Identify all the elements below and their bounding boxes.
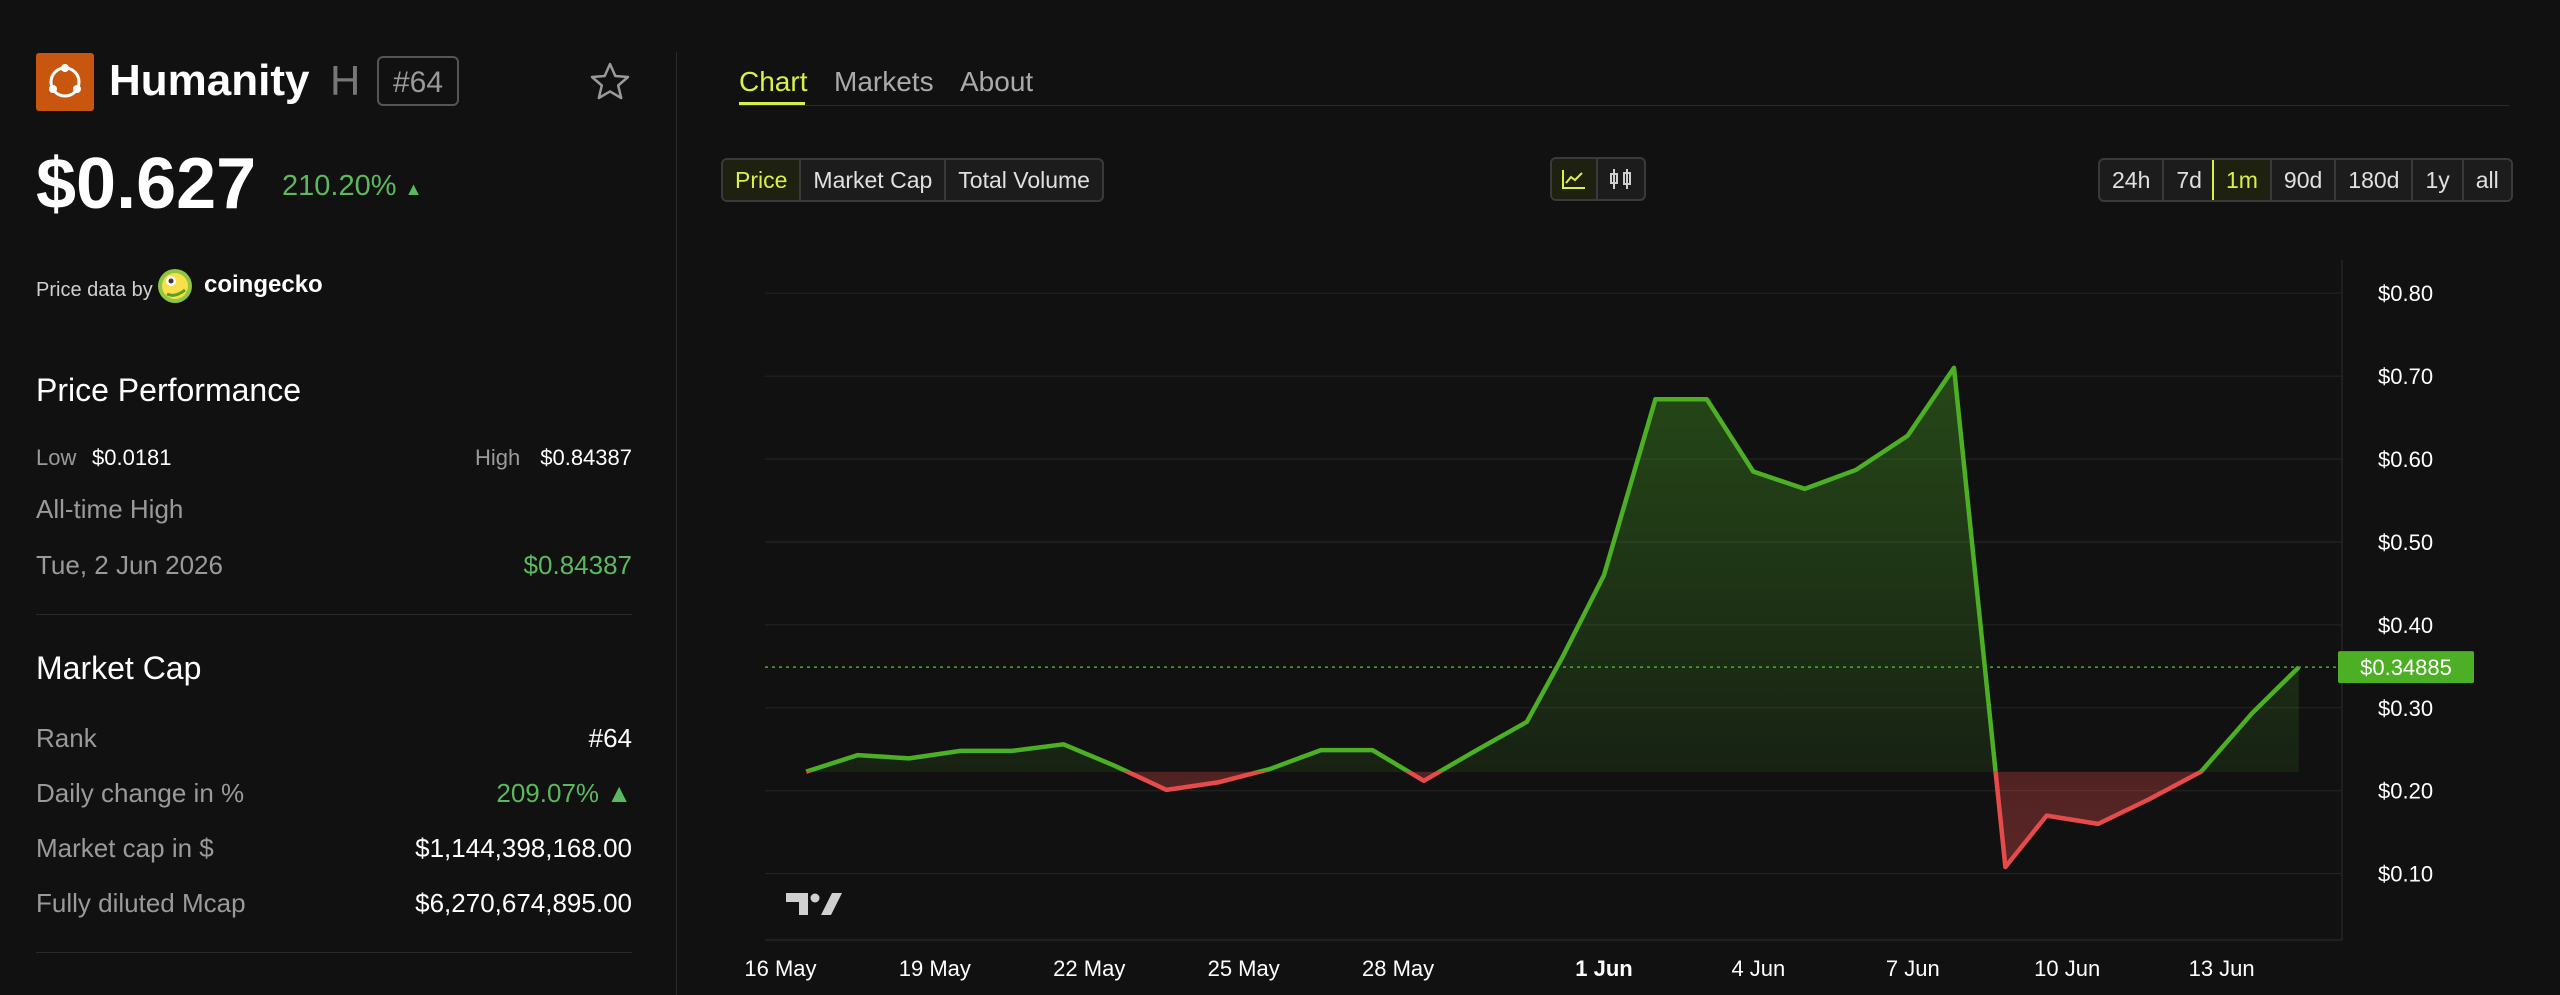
tab-markets[interactable]: Markets <box>834 64 934 100</box>
coingecko-name[interactable]: coingecko <box>204 270 323 300</box>
ath-value: $0.84387 <box>523 550 632 580</box>
y-tick-label: $0.30 <box>2378 696 2433 721</box>
up-arrow-icon: ▲ <box>404 179 423 199</box>
fdv-label: Fully diluted Mcap <box>36 888 246 918</box>
x-tick-label: 19 May <box>899 956 971 981</box>
x-tick-label: 22 May <box>1053 956 1125 981</box>
metric-toggle: Price Market Cap Total Volume <box>721 158 1104 202</box>
range-7d-button[interactable]: 7d <box>2162 160 2214 200</box>
range-1m-button[interactable]: 1m <box>2211 160 2272 200</box>
y-tick-label: $0.20 <box>2378 779 2433 804</box>
tabs-divider <box>739 105 2509 106</box>
line-chart-icon[interactable] <box>1552 159 1598 199</box>
x-tick-label: 28 May <box>1362 956 1434 981</box>
tab-about[interactable]: About <box>960 64 1033 100</box>
coin-symbol: H <box>330 57 361 104</box>
divider <box>36 952 632 953</box>
range-1y-button[interactable]: 1y <box>2411 160 2461 200</box>
candlestick-icon[interactable] <box>1596 159 1644 199</box>
current-price: $0.627 <box>36 144 257 224</box>
x-tick-label: 10 Jun <box>2034 956 2100 981</box>
y-tick-label: $0.80 <box>2378 281 2433 306</box>
y-tick-label: $0.70 <box>2378 364 2433 389</box>
y-tick-label: $0.60 <box>2378 447 2433 472</box>
chart-area <box>806 367 2299 867</box>
high-label: High <box>475 445 521 470</box>
ath-label: All-time High <box>36 494 184 524</box>
total-volume-button[interactable]: Total Volume <box>944 160 1102 200</box>
tradingview-logo-icon <box>786 893 842 915</box>
range-all-button[interactable]: all <box>2461 160 2511 200</box>
x-tick-label: 13 Jun <box>2189 956 2255 981</box>
price-change: 210.20% ▲ <box>282 166 422 209</box>
chart-grid <box>765 260 2343 941</box>
y-tick-label: $0.10 <box>2378 862 2433 887</box>
market-cap-title: Market Cap <box>36 650 202 686</box>
chart-type-toggle <box>1550 157 1646 201</box>
coingecko-logo-icon[interactable] <box>157 268 193 304</box>
high-value: $0.84387 <box>540 445 632 470</box>
x-tick-label: 4 Jun <box>1731 956 1785 981</box>
price-change-value: 210.20% <box>282 170 397 202</box>
y-tick-label: $0.50 <box>2378 530 2433 555</box>
market-cap-button[interactable]: Market Cap <box>799 160 944 200</box>
range-24h-button[interactable]: 24h <box>2100 160 2162 200</box>
rank-label: Rank <box>36 723 97 753</box>
coin-logo <box>36 53 94 111</box>
range-toggle: 24h 7d 1m 90d 180d 1y all <box>2098 158 2513 202</box>
ath-date: Tue, 2 Jun 2026 <box>36 550 223 580</box>
low-value: $0.0181 <box>92 445 172 470</box>
divider <box>36 614 632 615</box>
y-tick-label: $0.40 <box>2378 613 2433 638</box>
tab-chart[interactable]: Chart <box>739 64 807 100</box>
price-button[interactable]: Price <box>722 160 802 200</box>
range-180d-button[interactable]: 180d <box>2334 160 2411 200</box>
x-tick-label: 25 May <box>1208 956 1280 981</box>
price-data-label: Price data by <box>36 279 153 301</box>
price-chart[interactable]: $0.34885 $0.10$0.20$0.30$0.40$0.50$0.60$… <box>720 260 2520 995</box>
rank-value: #64 <box>588 723 632 753</box>
current-price-label: $0.34885 <box>2360 655 2452 680</box>
market-cap-label: Market cap in $ <box>36 833 214 863</box>
panel-divider <box>676 52 677 995</box>
area-down <box>806 771 2299 867</box>
x-axis: 16 May 19 May 22 May 25 May 28 May 1 Jun 4 Jun… <box>744 956 2254 981</box>
y-axis: $0.10 $0.20 $0.30 $0.40 $0.50 $0.60 $0.70 $0.80 <box>2378 281 2433 886</box>
market-cap-value: $1,144,398,168.00 <box>415 833 632 863</box>
rank-badge: #64 <box>377 56 460 106</box>
daily-change-label: Daily change in % <box>36 778 245 808</box>
range-90d-button[interactable]: 90d <box>2269 160 2334 200</box>
x-tick-label: 7 Jun <box>1886 956 1940 981</box>
x-tick-label: 16 May <box>744 956 816 981</box>
fdv-value: $6,270,674,895.00 <box>415 888 632 918</box>
daily-change-value: 209.07% ▲ <box>496 778 632 808</box>
x-tick-label: 1 Jun <box>1575 956 1632 981</box>
star-icon[interactable] <box>588 60 632 104</box>
low-label: Low <box>36 445 77 470</box>
price-performance-title: Price Performance <box>36 372 301 408</box>
coin-name: Humanity <box>109 56 310 105</box>
